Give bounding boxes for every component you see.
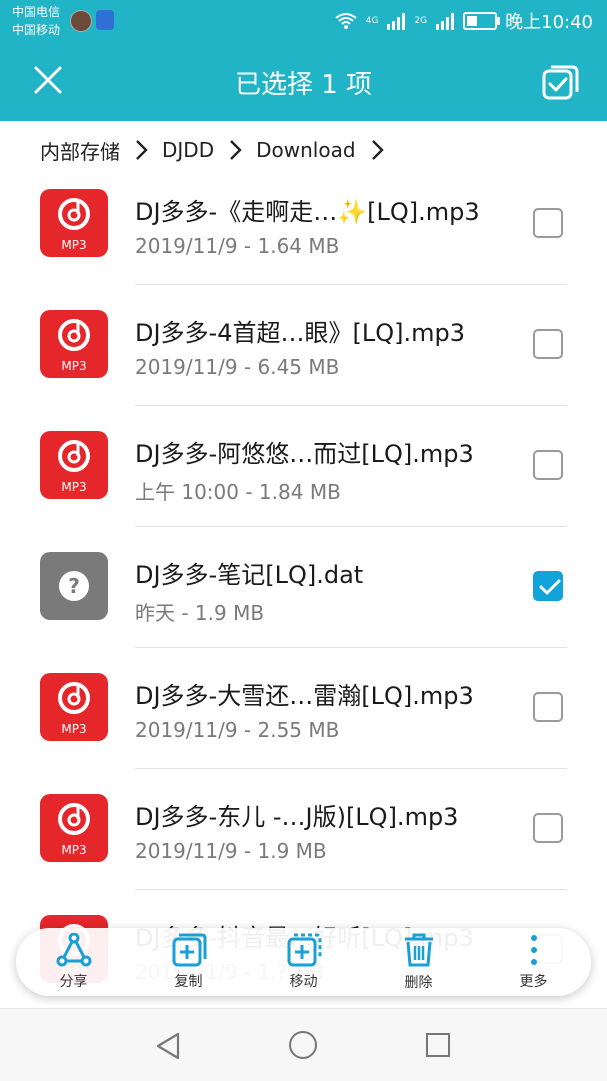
file-type-label: MP3 — [61, 480, 87, 494]
file-name: DJ多多-《走啊走…✨[LQ].mp3 — [135, 198, 480, 226]
action-label: 复制 — [174, 974, 203, 990]
back-icon[interactable] — [154, 1031, 182, 1061]
file-row[interactable]: MP3 DJ多多-4首超…眼》[LQ].mp3 2019/11/9 - 6.45 M… — [0, 285, 607, 406]
music-disc-icon — [58, 803, 90, 835]
file-meta: 2019/11/9 - 1.9 MB — [135, 839, 327, 863]
select-all-icon — [542, 65, 579, 100]
file-checkbox[interactable] — [533, 208, 563, 238]
page-title: 已选择 1 项 — [234, 70, 373, 100]
signal-icon-1 — [387, 13, 406, 30]
breadcrumb: 内部存储 DJDD Download — [40, 134, 384, 166]
music-disc-icon — [58, 440, 90, 472]
select-all-button[interactable] — [541, 62, 581, 102]
music-disc-icon — [58, 319, 90, 351]
file-row[interactable]: MP3 DJ多多-《走啊走…✨[LQ].mp3 2019/11/9 - 1.64 M… — [0, 164, 607, 285]
mp3-file-icon: MP3 — [40, 794, 108, 862]
file-name: DJ多多-东儿 -…J版)[LQ].mp3 — [135, 803, 459, 831]
title-bar: 已选择 1 项 — [0, 44, 607, 121]
file-checkbox[interactable] — [533, 571, 563, 601]
chevron-right-icon — [230, 140, 242, 160]
move-button[interactable]: 移动 — [259, 933, 349, 991]
status-right: 4G 2G 晚上10:40 — [334, 8, 593, 34]
action-label: 分享 — [59, 974, 88, 990]
file-type-label: MP3 — [61, 238, 87, 252]
action-label: 删除 — [404, 975, 433, 991]
network-type-2: 2G — [414, 16, 428, 26]
file-row[interactable]: MP3 DJ多多-大雪还…雷瀚[LQ].mp3 2019/11/9 - 2.55 M… — [0, 648, 607, 769]
chevron-right-icon — [136, 140, 148, 160]
file-row[interactable]: MP3 DJ多多-阿悠悠…而过[LQ].mp3 上午 10:00 - 1.84 MB — [0, 406, 607, 527]
music-app-icon — [70, 10, 92, 32]
file-type-label: MP3 — [61, 359, 87, 373]
share-icon — [56, 933, 91, 967]
breadcrumb-item-storage[interactable]: 内部存储 — [40, 136, 120, 165]
file-checkbox[interactable] — [533, 450, 563, 480]
mp3-file-icon: MP3 — [40, 431, 108, 499]
mp3-file-icon: MP3 — [40, 189, 108, 257]
breadcrumb-item-djdd[interactable]: DJDD — [162, 138, 214, 162]
file-meta: 2019/11/9 - 1.64 MB — [135, 234, 340, 258]
clock: 晚上10:40 — [505, 12, 593, 33]
file-name: DJ多多-阿悠悠…而过[LQ].mp3 — [135, 440, 474, 468]
more-vertical-icon — [530, 935, 537, 965]
file-row[interactable]: ? DJ多多-笔记[LQ].dat 昨天 - 1.9 MB — [0, 527, 607, 648]
file-checkbox[interactable] — [533, 692, 563, 722]
svg-text:?: ? — [68, 574, 80, 598]
app-bar: 中国电信 中国移动 4G 2G 晚上10:40 已选择 1 项 — [0, 0, 607, 121]
file-name: DJ多多-4首超…眼》[LQ].mp3 — [135, 319, 465, 347]
home-icon[interactable] — [289, 1031, 317, 1059]
file-list: MP3 DJ多多-《走啊走…✨[LQ].mp3 2019/11/9 - 1.64 M… — [0, 164, 607, 1011]
wifi-icon — [335, 13, 357, 29]
carrier-1: 中国电信 — [12, 5, 61, 19]
check-icon — [539, 579, 561, 595]
copy-icon — [172, 933, 206, 967]
breadcrumb-item-download[interactable]: Download — [256, 138, 355, 162]
file-checkbox[interactable] — [533, 813, 563, 843]
file-type-label: MP3 — [61, 843, 87, 857]
more-button[interactable]: 更多 — [489, 933, 579, 991]
file-checkbox[interactable] — [533, 329, 563, 359]
music-disc-icon — [58, 198, 90, 230]
delete-button[interactable]: 删除 — [374, 932, 464, 992]
file-meta: 昨天 - 1.9 MB — [135, 601, 265, 625]
question-mark-icon: ? — [59, 571, 89, 601]
unknown-file-icon: ? — [40, 552, 108, 620]
system-nav-bar — [0, 1008, 607, 1081]
action-bar: 分享 复制 移动 删除 更多 — [16, 928, 591, 996]
share-button[interactable]: 分享 — [29, 933, 119, 991]
file-meta: 2019/11/9 - 2.55 MB — [135, 718, 340, 742]
action-label: 更多 — [519, 974, 548, 990]
file-name: DJ多多-大雪还…雷瀚[LQ].mp3 — [135, 682, 474, 710]
file-type-label: MP3 — [61, 722, 87, 736]
recents-icon[interactable] — [426, 1033, 450, 1057]
move-icon — [287, 933, 321, 967]
carrier-2: 中国移动 — [12, 23, 61, 37]
battery-icon — [463, 12, 501, 30]
file-name: DJ多多-笔记[LQ].dat — [135, 561, 364, 589]
trash-icon — [404, 933, 433, 967]
signal-icon-2 — [436, 13, 455, 30]
signal-app-icon — [96, 10, 114, 30]
network-type-1: 4G — [365, 16, 379, 26]
status-bar: 中国电信 中国移动 4G 2G 晚上10:40 — [0, 0, 607, 44]
file-meta: 上午 10:00 - 1.84 MB — [135, 480, 341, 504]
copy-button[interactable]: 复制 — [144, 933, 234, 991]
carrier-labels: 中国电信 中国移动 — [12, 3, 60, 39]
mp3-file-icon: MP3 — [40, 310, 108, 378]
music-disc-icon — [58, 682, 90, 714]
mp3-file-icon: MP3 — [40, 673, 108, 741]
file-row[interactable]: MP3 DJ多多-东儿 -…J版)[LQ].mp3 2019/11/9 - 1.9 … — [0, 769, 607, 890]
action-label: 移动 — [289, 974, 318, 990]
file-meta: 2019/11/9 - 6.45 MB — [135, 355, 340, 379]
chevron-right-icon — [371, 140, 384, 160]
